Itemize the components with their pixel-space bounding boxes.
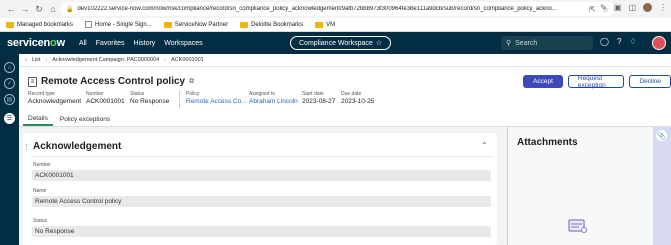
page-title: ≡ Remote Access Control policy ⧉ [28, 76, 194, 87]
breadcrumb-campaign[interactable]: Acknowledgement Campaign: PAC0000004 [52, 57, 159, 63]
meta-assigned-to: Assigned to Abraham Lincoln [249, 91, 298, 105]
folder-icon [163, 21, 172, 28]
bookmark-vm[interactable]: VM [315, 21, 335, 28]
bookmark-managed[interactable]: Managed bookmarks [6, 21, 73, 28]
field-status[interactable]: No Response [32, 226, 491, 237]
list-rail-icon[interactable]: ☰ [4, 113, 15, 124]
tab-policy-exceptions[interactable]: Policy exceptions [55, 113, 115, 126]
action-bar: Accept Request exception Decline [523, 75, 671, 89]
chat-icon[interactable]: ◯ [600, 37, 609, 46]
search-icon: ⚲ [506, 40, 512, 47]
help-icon[interactable]: ? [617, 37, 621, 46]
meta-policy: Policy Remote Access Co... [186, 91, 246, 105]
attachments-title: Attachments [517, 137, 578, 148]
attachment-empty-icon [568, 219, 587, 233]
copy-icon[interactable]: ⧉ [189, 78, 194, 86]
bookmark-servicenow-partner[interactable]: ServiceNow Partner [163, 21, 228, 28]
bookmarks-bar: Managed bookmarks Home - Single Sign... … [0, 18, 671, 32]
home-rail-icon[interactable]: ⌂ [4, 62, 15, 73]
left-rail: ⌂ ✓ ▤ ☰ [0, 54, 19, 245]
nav-workspaces[interactable]: Workspaces [164, 40, 202, 47]
field-number[interactable]: ACK0001001 [32, 170, 491, 181]
extension-icon[interactable]: ✎ [600, 3, 607, 12]
tab-details[interactable]: Details [23, 113, 53, 126]
meta-divider [179, 91, 180, 108]
reload-icon[interactable]: ↻ [32, 2, 46, 16]
folder-icon [240, 21, 249, 28]
chevron-left-icon[interactable]: ‹ [25, 57, 27, 63]
check-rail-icon[interactable]: ✓ [4, 78, 15, 89]
back-icon[interactable]: ← [4, 2, 18, 16]
field-status-label: Status [33, 218, 48, 224]
document-icon: ≡ [28, 76, 37, 87]
workspace-name: Compliance Workspace [299, 39, 373, 47]
chevron-up-icon[interactable]: ⌃ [481, 141, 488, 150]
breadcrumb-current: ACK0001001 [171, 57, 204, 63]
chevron-right-icon: › [45, 57, 48, 63]
browser-toolbar: ← → ↻ ⌂ 🔒 dev102222.service-now.com/now/… [0, 0, 671, 18]
record-title-text: Remote Access Control policy [41, 76, 186, 87]
global-search-input[interactable]: ⚲ Search [501, 36, 593, 50]
request-exception-button[interactable]: Request exception [567, 75, 625, 89]
drag-handle-icon[interactable]: ⋮ [23, 143, 30, 151]
meta-number: Number ACK0001001 [86, 91, 125, 105]
workspace-selector[interactable]: Compliance Workspace ☆ [290, 36, 392, 50]
breadcrumb: ‹ List › Acknowledgement Campaign: PAC00… [19, 54, 671, 67]
record-tabs: Details Policy exceptions [19, 113, 671, 127]
sidepanel-icon[interactable]: ◫ [628, 3, 636, 12]
meta-start-date: Start date 2023-08-27 [302, 91, 336, 105]
decline-button[interactable]: Decline [629, 75, 671, 88]
share-icon[interactable]: ⇱ [589, 5, 596, 14]
policy-link[interactable]: Remote Access Co... [186, 98, 246, 105]
folder-icon [315, 21, 324, 28]
bookmark-deloitte[interactable]: Deloitte Bookmarks [240, 21, 303, 28]
servicenow-logo[interactable]: servicenow [7, 37, 65, 49]
page-icon [85, 21, 93, 28]
main-nav: All Favorites History Workspaces [79, 40, 203, 47]
clipboard-rail-icon[interactable]: ▤ [4, 94, 15, 105]
meta-due-date: Due date 2023-10-25 [341, 91, 375, 105]
address-bar[interactable]: 🔒 dev102222.service-now.com/now/risk/com… [60, 2, 615, 16]
forward-icon[interactable]: → [18, 2, 32, 16]
field-name[interactable]: Remote Access Control policy [32, 196, 491, 207]
home-icon[interactable]: ⌂ [46, 2, 60, 16]
nav-favorites[interactable]: Favorites [96, 40, 125, 47]
notifications-icon[interactable]: ♢ [629, 37, 636, 46]
meta-status: Status No Response [130, 91, 170, 105]
bookmark-sso[interactable]: Home - Single Sign... [85, 21, 152, 28]
lock-icon: 🔒 [66, 6, 74, 13]
meta-record-type: Record type Acknowledgement [28, 91, 82, 105]
puzzle-icon[interactable]: ▣ [614, 3, 622, 12]
search-placeholder: Search [515, 39, 538, 47]
url-text: dev102222.service-now.com/now/risk/compl… [77, 6, 557, 12]
field-name-label: Name [33, 188, 47, 194]
profile-icon[interactable] [643, 3, 652, 12]
nav-all[interactable]: All [79, 40, 87, 47]
app-header: servicenow All Favorites History Workspa… [0, 32, 671, 54]
breadcrumb-list[interactable]: List [32, 57, 41, 63]
chevron-right-icon: › [164, 57, 167, 63]
accept-button[interactable]: Accept [523, 75, 563, 88]
contextual-sidebar [653, 127, 671, 245]
paperclip-icon[interactable]: 📎 [656, 130, 667, 141]
menu-icon[interactable]: ⋮ [659, 3, 667, 12]
user-avatar[interactable] [652, 36, 666, 50]
assigned-to-link[interactable]: Abraham Lincoln [249, 98, 298, 105]
folder-icon [6, 21, 14, 28]
nav-history[interactable]: History [134, 40, 156, 47]
section-divider [32, 156, 492, 157]
star-icon[interactable]: ☆ [376, 39, 382, 47]
field-number-label: Number [33, 162, 51, 168]
section-title: Acknowledgement [33, 141, 122, 152]
